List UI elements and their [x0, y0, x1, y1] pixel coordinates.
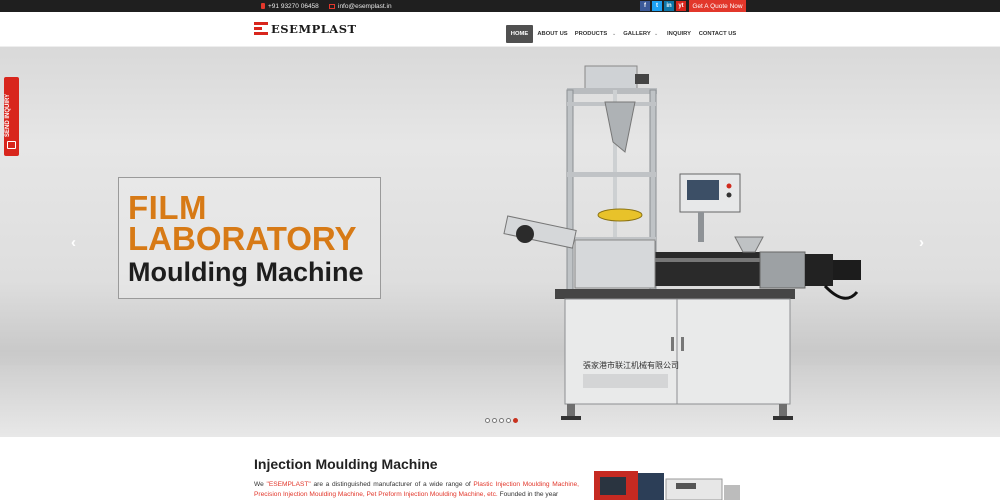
slide-dot[interactable]: [506, 418, 511, 423]
machine-image: 張家港市联江机械有限公司: [503, 65, 861, 420]
link-pet-preform[interactable]: Pet Preform Injection Moulding Machine, …: [367, 491, 498, 498]
slider-pagination: [485, 418, 518, 423]
facebook-icon[interactable]: f: [640, 1, 650, 11]
chevron-down-icon: ⌄: [654, 31, 659, 37]
linkedin-icon[interactable]: in: [664, 1, 674, 11]
brand-logo[interactable]: ESEMPLAST: [254, 22, 357, 36]
nav-home[interactable]: HOME: [506, 25, 533, 43]
slide-dot[interactable]: [499, 418, 504, 423]
nav-gallery[interactable]: GALLERY: [622, 25, 652, 43]
link-precision-injection[interactable]: Precision Injection Moulding Machine,: [254, 491, 365, 498]
product-thumbnail[interactable]: [592, 465, 745, 500]
email-address[interactable]: info@esemplast.in: [338, 3, 392, 10]
top-bar: +91 93270 06458 info@esemplast.in f t in…: [0, 0, 1000, 12]
hero-slider: FILM LABORATORY Moulding Machine 張家港市联江机…: [0, 47, 1000, 437]
phone-number[interactable]: +91 93270 06458: [268, 3, 319, 10]
section-title: Injection Moulding Machine: [254, 456, 438, 472]
next-slide-icon[interactable]: ›: [919, 234, 924, 251]
main-header: ESEMPLAST HOME ABOUT US PRODUCTS ⌄ GALLE…: [0, 12, 1000, 47]
get-quote-button[interactable]: Get A Quote Now: [689, 0, 746, 12]
prev-slide-icon[interactable]: ‹: [71, 234, 76, 251]
nav-inquiry[interactable]: INQUIRY: [664, 25, 694, 43]
nav-products[interactable]: PRODUCTS: [573, 25, 609, 43]
link-plastic-injection[interactable]: Plastic Injection Moulding Machine,: [473, 481, 579, 488]
chevron-down-icon: ⌄: [612, 31, 617, 37]
inquiry-form-icon: [7, 141, 16, 149]
email-contact[interactable]: info@esemplast.in: [329, 0, 392, 12]
hero-caption-box: FILM LABORATORY Moulding Machine: [118, 177, 381, 299]
brand-name: ESEMPLAST: [271, 22, 357, 36]
nav-about[interactable]: ABOUT US: [536, 25, 569, 43]
slide-dot[interactable]: [485, 418, 490, 423]
mail-icon: [329, 3, 335, 9]
slide-dot-active[interactable]: [513, 418, 518, 423]
nav-contact[interactable]: CONTACT US: [699, 25, 737, 43]
hero-line-3: Moulding Machine: [128, 257, 364, 287]
para-text: Founded in the year: [497, 491, 559, 498]
para-text: are a distinguished manufacturer of a wi…: [310, 481, 474, 488]
section-paragraph: We "ESEMPLAST" are a distinguished manuf…: [254, 480, 579, 500]
youtube-icon[interactable]: yt: [676, 1, 686, 11]
phone-contact[interactable]: +91 93270 06458: [261, 0, 319, 12]
brand-mention: "ESEMPLAST": [266, 481, 311, 488]
para-text: We: [254, 481, 267, 488]
machine-label: 張家港市联江机械有限公司: [583, 360, 679, 370]
twitter-icon[interactable]: t: [652, 1, 662, 11]
phone-icon: [261, 3, 265, 9]
slide-dot[interactable]: [492, 418, 497, 423]
social-links: f t in yt: [640, 1, 686, 11]
hero-line-2: LABORATORY: [128, 220, 357, 257]
send-inquiry-tab[interactable]: SEND INQUIRY: [4, 77, 19, 156]
send-inquiry-label: SEND INQUIRY: [5, 93, 11, 137]
logo-mark-icon: [254, 22, 268, 36]
